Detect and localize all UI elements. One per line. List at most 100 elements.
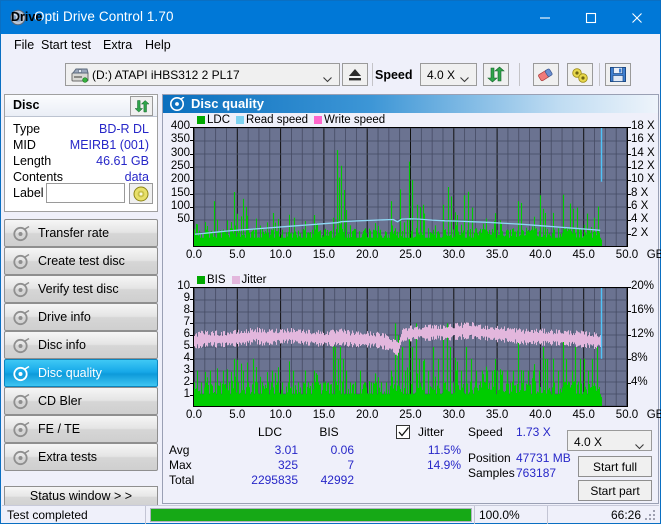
x-axis-unit: GB <box>646 249 661 261</box>
y2-axis-tick: 10 X <box>631 173 655 185</box>
y2-axis-tick: 16% <box>631 304 655 316</box>
x-axis-tick: 25.0 <box>399 409 422 421</box>
drive-select[interactable]: (D:) ATAPI iHBS312 2 PL17 <box>65 63 340 86</box>
y-axis-tick: 2 <box>183 376 190 388</box>
y2-axis-tickmark <box>628 154 631 155</box>
y-axis-tickmark <box>190 140 193 141</box>
panel-title: Disc quality <box>191 96 264 111</box>
menu-bar: File Start test Extra Help <box>2 34 659 58</box>
y2-axis-tickmark <box>628 335 631 336</box>
y2-axis-tick: 14 X <box>631 147 655 159</box>
y2-axis-tickmark <box>628 311 631 312</box>
toolbar-divider-2 <box>519 63 520 86</box>
x-axis-tick: 10.0 <box>269 249 292 261</box>
x-axis-tick: 40.0 <box>529 249 552 261</box>
x-axis-tick: 40.0 <box>529 409 552 421</box>
menu-item-start-test[interactable]: Start test <box>38 38 94 55</box>
x-axis-tick: 50.0 <box>615 409 639 421</box>
y-axis-tick: 300 <box>170 147 190 159</box>
legend-label: Jitter <box>241 274 267 286</box>
status-window-button[interactable]: Status window > > <box>4 486 158 507</box>
menu-item-help[interactable]: Help <box>142 38 174 55</box>
disc-label-button[interactable] <box>129 183 153 204</box>
status-bar: Test completed 100.0% 66:26 <box>2 505 659 524</box>
disc-row-label-type: Type <box>13 122 41 136</box>
sidebar-item-transfer-rate[interactable]: Transfer rate <box>4 219 158 247</box>
y2-axis-tick: 6 X <box>631 200 649 212</box>
y-axis-tickmark <box>190 347 193 348</box>
chart-legend: BIS Jitter <box>197 274 266 286</box>
y-axis-tick: 3 <box>183 364 190 376</box>
stats-jitter-max: 14.9% <box>426 458 461 472</box>
stats-jitter-avg: 11.5% <box>427 443 461 457</box>
sidebar-item-label: FE / TE <box>38 422 81 436</box>
resize-grip[interactable] <box>645 510 657 522</box>
x-axis-unit: GB <box>646 409 661 421</box>
sidebar-item-fe-te[interactable]: FE / TE <box>4 415 158 443</box>
disc-extra-icon <box>13 449 30 466</box>
sidebar-item-cd-bler[interactable]: CD Bler <box>4 387 158 415</box>
jitter-checkbox[interactable] <box>396 425 410 439</box>
disc-row-label-mid: MID <box>13 138 36 152</box>
speed-label: Speed <box>375 68 413 82</box>
sidebar-item-create-test-disc[interactable]: Create test disc <box>4 247 158 275</box>
speed-select-value: 4.0 X <box>427 68 456 82</box>
y2-axis-tick: 20% <box>631 280 655 292</box>
start-full-button[interactable]: Start full <box>578 456 652 477</box>
disc-drive-icon <box>13 309 30 326</box>
disc-row-value-length: 46.61 GB <box>96 154 149 168</box>
disc-fete-icon <box>13 421 30 438</box>
speed-select[interactable]: 4.0 X <box>420 63 477 86</box>
y2-axis-tickmark <box>628 167 631 168</box>
disc-create-icon <box>13 253 30 270</box>
tools-button[interactable] <box>567 63 593 86</box>
y-axis-tickmark <box>190 299 193 300</box>
minimize-button[interactable] <box>522 1 568 34</box>
status-message: Test completed <box>7 508 88 522</box>
chevron-down-icon <box>635 439 644 453</box>
status-divider-2 <box>474 506 475 524</box>
sidebar-item-label: Create test disc <box>38 254 125 268</box>
menu-item-file[interactable]: File <box>11 38 37 55</box>
y-axis-tick: 200 <box>170 173 190 185</box>
status-divider-1 <box>145 506 146 524</box>
sidebar-item-disc-info[interactable]: Disc info <box>4 331 158 359</box>
plot-area <box>193 127 628 247</box>
sidebar-item-label: Transfer rate <box>38 226 110 240</box>
progress-bar-fill <box>151 509 471 521</box>
x-axis-tick: 50.0 <box>615 249 639 261</box>
y2-axis-tick: 8% <box>631 352 648 364</box>
y2-axis-tickmark <box>628 127 631 128</box>
x-axis-tick: 45.0 <box>572 249 595 261</box>
sidebar-item-drive-info[interactable]: Drive info <box>4 303 158 331</box>
sidebar-item-extra-tests[interactable]: Extra tests <box>4 443 158 471</box>
x-axis-tick: 10.0 <box>269 409 292 421</box>
y-axis-tickmark <box>190 207 193 208</box>
maximize-button[interactable] <box>568 1 614 34</box>
disc-label-input[interactable] <box>46 183 125 203</box>
y2-axis-tick: 18 X <box>631 120 655 132</box>
start-part-button[interactable]: Start part <box>578 480 652 501</box>
sidebar-item-verify-test-disc[interactable]: Verify test disc <box>4 275 158 303</box>
window-title: Opti Drive Control 1.70 <box>34 9 174 24</box>
x-axis-tick: 35.0 <box>485 249 509 261</box>
disc-info-icon <box>13 337 30 354</box>
close-button[interactable] <box>614 1 660 34</box>
x-axis-tick: 30.0 <box>442 249 465 261</box>
sidebar-item-disc-quality[interactable]: Disc quality <box>4 359 158 387</box>
legend-label: Read speed <box>246 114 309 126</box>
disc-refresh-button[interactable] <box>130 96 153 116</box>
refresh-button[interactable] <box>483 63 509 86</box>
y-axis-tickmark <box>190 383 193 384</box>
y-axis-tickmark <box>190 154 193 155</box>
legend-swatch <box>197 276 205 284</box>
save-button[interactable] <box>605 63 631 86</box>
menu-item-extra[interactable]: Extra <box>100 38 135 55</box>
result-speed-select[interactable]: 4.0 X <box>567 430 652 451</box>
legend-label: BIS <box>207 274 226 286</box>
y2-axis-tickmark <box>628 234 631 235</box>
eject-button[interactable] <box>342 63 368 86</box>
sidebar-item-label: Disc info <box>38 338 86 352</box>
y-axis-tick: 1 <box>183 388 190 400</box>
erase-button[interactable] <box>533 63 559 86</box>
